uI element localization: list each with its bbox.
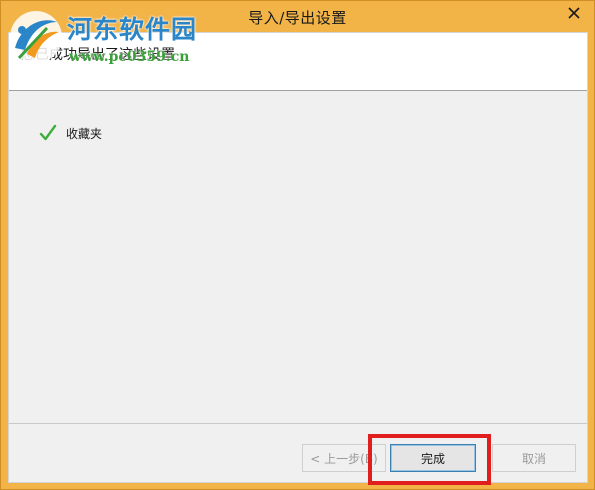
footer-divider bbox=[9, 423, 587, 424]
result-item: 收藏夹 bbox=[39, 123, 102, 143]
dialog-body: 您已成功导出了这些设置 收藏夹 < 上一步(B) 完成 取消 bbox=[8, 32, 588, 483]
close-icon bbox=[568, 6, 580, 19]
close-button[interactable] bbox=[560, 2, 588, 23]
back-button[interactable]: < 上一步(B) bbox=[302, 444, 386, 472]
import-export-settings-window: 导入/导出设置 河东软件园 www.pc0359.cn 您已成功导出了这些设置 … bbox=[0, 0, 595, 490]
result-item-label: 收藏夹 bbox=[66, 126, 103, 141]
window-title: 导入/导出设置 bbox=[248, 9, 347, 27]
finish-button[interactable]: 完成 bbox=[390, 444, 476, 472]
check-icon bbox=[39, 124, 57, 141]
cancel-button[interactable]: 取消 bbox=[492, 444, 576, 472]
header-message: 您已成功导出了这些设置 bbox=[21, 47, 175, 63]
title-bar[interactable]: 导入/导出设置 bbox=[1, 1, 594, 32]
wizard-header: 您已成功导出了这些设置 bbox=[9, 33, 587, 91]
